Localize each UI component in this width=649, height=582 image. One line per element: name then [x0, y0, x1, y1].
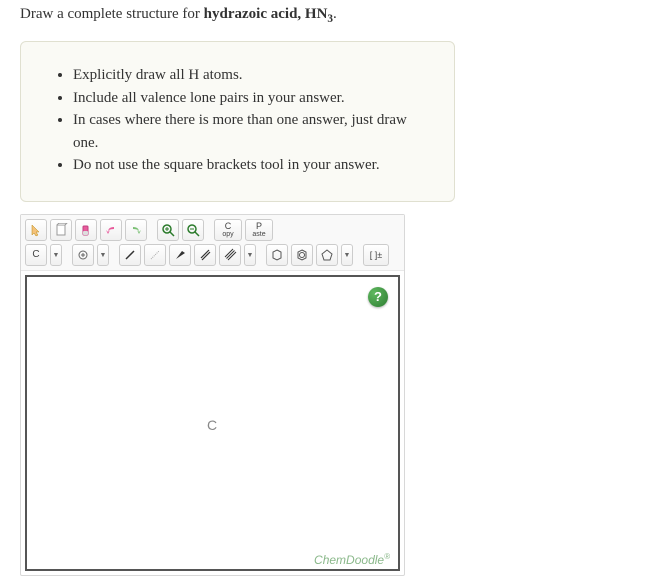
- help-button[interactable]: ?: [368, 287, 388, 307]
- instructions-box: Explicitly draw all H atoms. Include all…: [20, 41, 455, 202]
- recessed-bond-button[interactable]: [144, 244, 166, 266]
- toolbar-row-1: Copy Paste: [25, 219, 400, 241]
- copy-button[interactable]: Copy: [214, 219, 242, 241]
- toolbar-separator: [259, 244, 263, 266]
- move-tool-button[interactable]: [25, 219, 47, 241]
- question-text: Draw a complete structure for hydrazoic …: [20, 6, 629, 25]
- paste-button[interactable]: Paste: [245, 219, 273, 241]
- toolbar-separator: [207, 219, 211, 241]
- element-label: C: [32, 249, 39, 260]
- paste-label-top: P: [256, 222, 262, 231]
- placeholder-atom: C: [207, 417, 217, 433]
- instructions-list: Explicitly draw all H atoms. Include all…: [49, 64, 426, 177]
- element-dropdown-button[interactable]: ▼: [50, 244, 62, 266]
- help-icon: ?: [374, 289, 382, 304]
- charge-dropdown-button[interactable]: ▼: [97, 244, 109, 266]
- paste-label-bottom: aste: [252, 231, 265, 238]
- triple-bond-button[interactable]: [219, 244, 241, 266]
- chemdoodle-brand: ChemDoodle®: [314, 552, 390, 567]
- double-bond-button[interactable]: [194, 244, 216, 266]
- chemdoodle-editor: Copy Paste C ▼ ▼ ▼ ▼ [ ]± ? C: [20, 214, 405, 576]
- copy-label-top: C: [225, 222, 232, 231]
- compound-name: hydrazoic acid, HN: [204, 6, 328, 22]
- toolbar-row-2: C ▼ ▼ ▼ ▼ [ ]±: [25, 244, 400, 266]
- element-button[interactable]: C: [25, 244, 47, 266]
- toolbar-separator: [65, 244, 69, 266]
- bond-dropdown-button[interactable]: ▼: [244, 244, 256, 266]
- instruction-item: Do not use the square brackets tool in y…: [73, 154, 426, 177]
- brand-mark: ®: [384, 552, 390, 561]
- canvas-container: ? C ChemDoodle®: [21, 271, 404, 575]
- bracket-tool-button[interactable]: [ ]±: [363, 244, 389, 266]
- toolbar: Copy Paste C ▼ ▼ ▼ ▼ [ ]±: [21, 215, 404, 271]
- question-suffix: .: [333, 6, 337, 22]
- clear-tool-button[interactable]: [50, 219, 72, 241]
- instruction-item: Explicitly draw all H atoms.: [73, 64, 426, 87]
- charge-button[interactable]: [72, 244, 94, 266]
- ring-dropdown-button[interactable]: ▼: [341, 244, 353, 266]
- brand-text: ChemDoodle: [314, 553, 384, 567]
- undo-button[interactable]: [100, 219, 122, 241]
- question-prefix: Draw a complete structure for: [20, 6, 204, 22]
- erase-tool-button[interactable]: [75, 219, 97, 241]
- toolbar-separator: [150, 219, 154, 241]
- copy-label-bottom: opy: [222, 231, 233, 238]
- cyclohexane-button[interactable]: [266, 244, 288, 266]
- wedge-bond-button[interactable]: [169, 244, 191, 266]
- cyclopentane-button[interactable]: [316, 244, 338, 266]
- redo-button[interactable]: [125, 219, 147, 241]
- zoom-out-button[interactable]: [182, 219, 204, 241]
- toolbar-separator: [356, 244, 360, 266]
- zoom-in-button[interactable]: [157, 219, 179, 241]
- bracket-label: [ ]±: [370, 250, 382, 260]
- benzene-button[interactable]: [291, 244, 313, 266]
- instruction-item: In cases where there is more than one an…: [73, 109, 426, 154]
- instruction-item: Include all valence lone pairs in your a…: [73, 87, 426, 110]
- drawing-canvas[interactable]: ? C ChemDoodle®: [25, 275, 400, 571]
- single-bond-button[interactable]: [119, 244, 141, 266]
- toolbar-separator: [112, 244, 116, 266]
